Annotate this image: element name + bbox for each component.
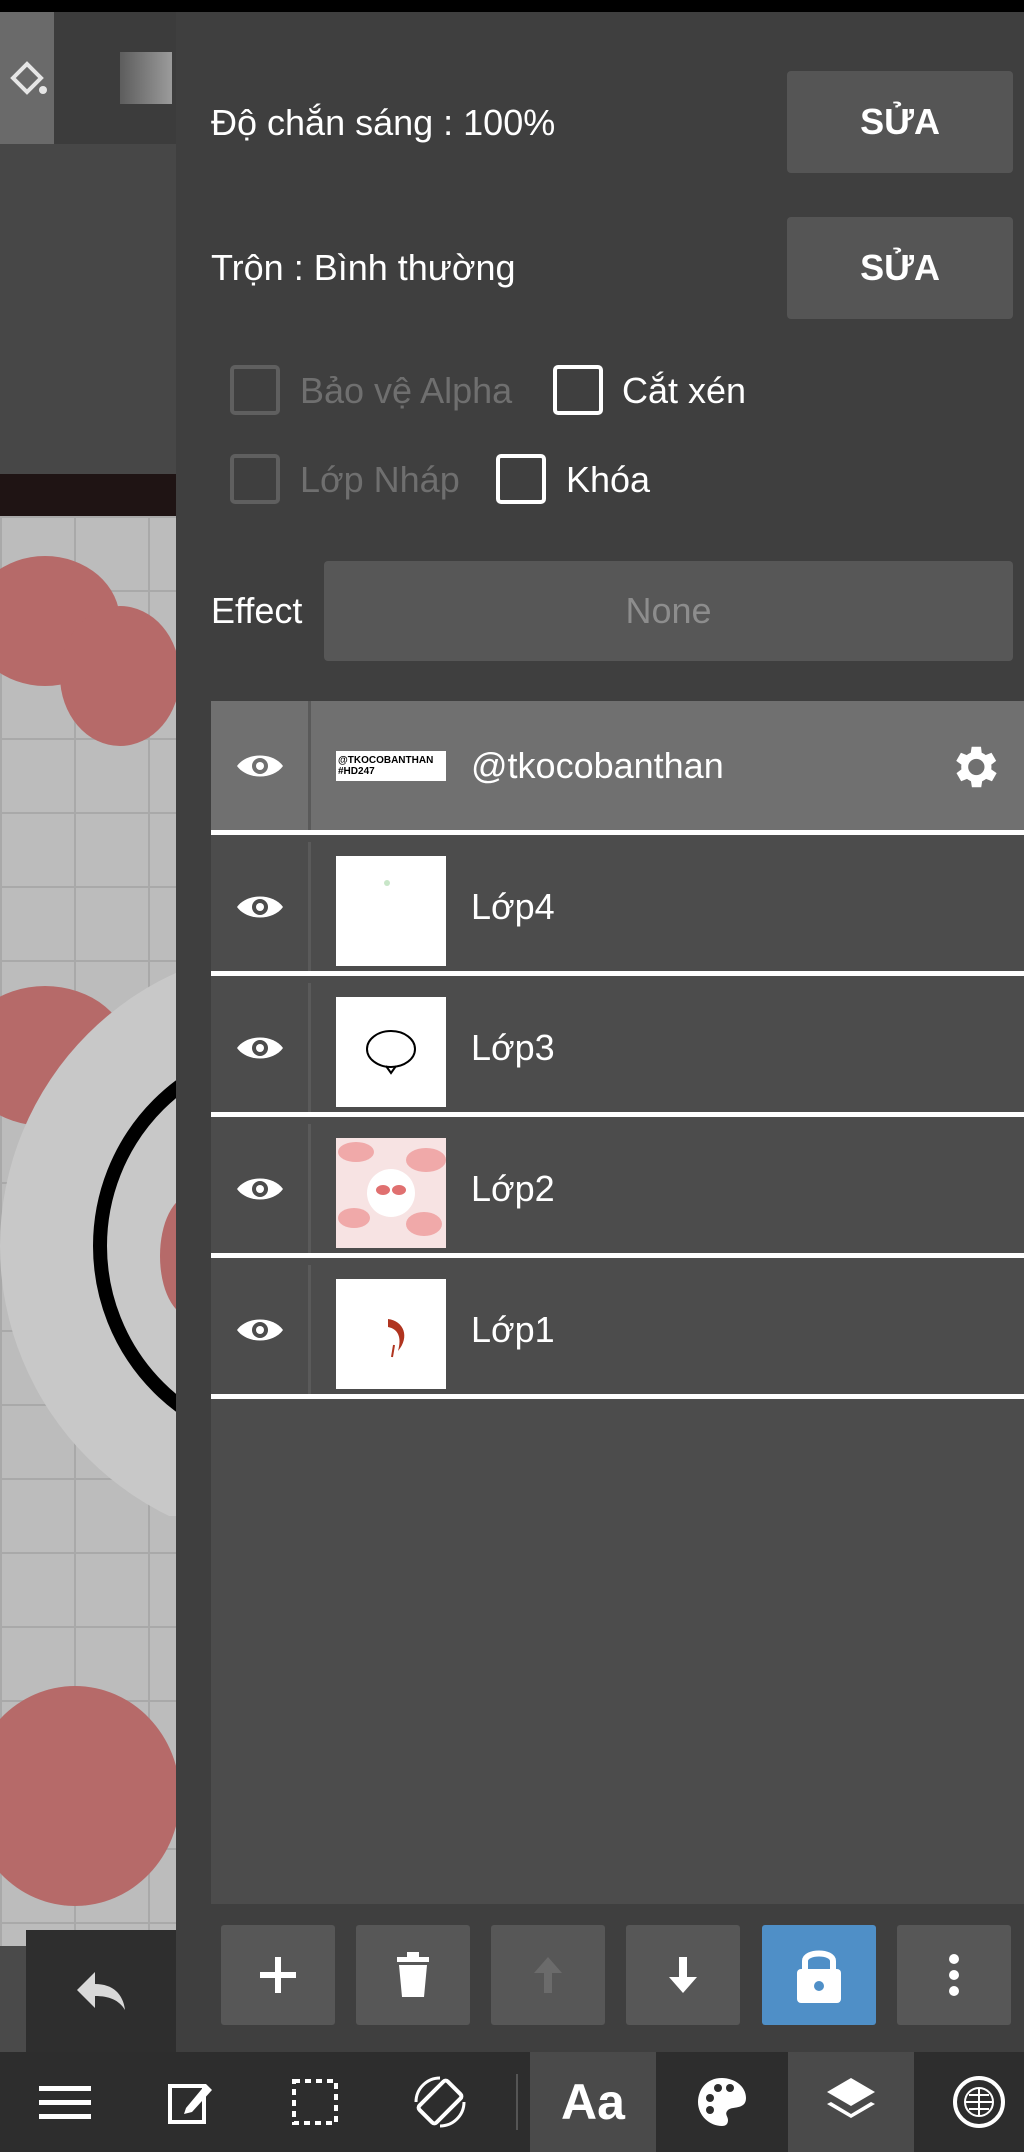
- canvas-heart: [0, 1686, 176, 1906]
- eye-icon: [236, 1037, 283, 1058]
- undo-icon: [77, 1972, 125, 2010]
- layer-name: Lớp2: [471, 1168, 555, 1209]
- selection-icon: [292, 2079, 338, 2125]
- palette-icon: [698, 2078, 746, 2126]
- protect-alpha-checkbox[interactable]: [230, 365, 280, 415]
- edit-button[interactable]: [145, 2052, 235, 2152]
- trash-icon: [397, 1952, 429, 1997]
- canvas-background: [0, 144, 176, 474]
- canvas-toolbar: [0, 12, 176, 144]
- eye-icon: [236, 896, 283, 917]
- material-icon: [953, 2076, 1005, 2128]
- text-tool-button[interactable]: Aa: [530, 2052, 656, 2152]
- opacity-label: Độ chắn sáng : 100%: [211, 102, 556, 143]
- visibility-toggle[interactable]: [211, 1124, 311, 1253]
- menu-icon: [39, 2086, 91, 2119]
- red-shape-drawing: [388, 1319, 405, 1358]
- selection-button[interactable]: [270, 2052, 360, 2152]
- visibility-toggle[interactable]: [211, 1265, 311, 1394]
- eye-icon: [236, 1319, 283, 1340]
- effect-label: Effect: [211, 590, 303, 631]
- pink-hearts-drawing: [338, 1142, 446, 1236]
- layer-row[interactable]: Lớp2: [211, 1124, 1024, 1258]
- layer-thumbnail: [336, 1138, 446, 1248]
- layer-row[interactable]: Lớp4: [211, 842, 1024, 976]
- layer-list: @TKOCOBANTHAN #HD247 @tkocobanthan Lớp4: [211, 701, 1024, 1904]
- draft-layer-label: Lớp Nháp: [300, 459, 460, 500]
- undo-button[interactable]: [26, 1930, 176, 2052]
- eye-icon: [236, 755, 283, 776]
- canvas-heart: [60, 606, 176, 746]
- layer-name: Lớp4: [471, 886, 555, 927]
- palette-button[interactable]: [677, 2052, 767, 2152]
- layer-thumbnail: [336, 856, 446, 966]
- lock-checkbox[interactable]: [496, 454, 546, 504]
- effect-select-button[interactable]: None: [324, 561, 1013, 661]
- toolbar-divider: [516, 2074, 518, 2130]
- lock-icon: [797, 1950, 841, 2003]
- layer-thumbnail: @TKOCOBANTHAN #HD247: [336, 751, 446, 781]
- edit-icon: [168, 2084, 212, 2124]
- layers-icon: [827, 2078, 875, 2118]
- visibility-toggle[interactable]: [211, 983, 311, 1112]
- clipping-checkbox[interactable]: [553, 365, 603, 415]
- bottom-toolbar: Aa: [0, 2052, 1024, 2152]
- layer-row[interactable]: Lớp1: [211, 1265, 1024, 1399]
- color-swatch[interactable]: [120, 52, 172, 104]
- arrow-up-icon: [534, 1957, 562, 1993]
- add-layer-button[interactable]: [221, 1925, 335, 2025]
- status-strip: [0, 0, 1024, 12]
- layer-properties-panel: Độ chắn sáng : 100% SỬA Trộn : Bình thườ…: [176, 12, 1024, 2052]
- move-layer-down-button[interactable]: [626, 1925, 740, 2025]
- text-tool-label: Aa: [561, 2074, 625, 2130]
- layer-thumbnail: [336, 1279, 446, 1389]
- paint-bucket-icon: [10, 61, 47, 95]
- layers-button[interactable]: [788, 2052, 914, 2152]
- eye-icon: [236, 1178, 283, 1199]
- opacity-edit-button[interactable]: SỬA: [787, 71, 1013, 173]
- more-vertical-icon: [949, 1954, 959, 1996]
- layer-thumbnail-text: @TKOCOBANTHAN #HD247: [338, 755, 434, 777]
- fill-tool-button[interactable]: [0, 12, 54, 144]
- lock-layer-button[interactable]: [762, 1925, 876, 2025]
- lock-label: Khóa: [566, 459, 651, 500]
- more-options-button[interactable]: [897, 1925, 1011, 2025]
- delete-layer-button[interactable]: [356, 1925, 470, 2025]
- canvas-area[interactable]: [0, 12, 176, 2052]
- layer-name: Lớp1: [471, 1309, 555, 1350]
- layer-name: @tkocobanthan: [471, 745, 724, 786]
- canvas-artwork[interactable]: [0, 516, 176, 1946]
- arrow-down-icon: [669, 1957, 697, 1993]
- menu-button[interactable]: [20, 2052, 110, 2152]
- visibility-toggle[interactable]: [211, 701, 311, 830]
- layer-row[interactable]: Lớp3: [211, 983, 1024, 1117]
- blend-mode-edit-button[interactable]: SỬA: [787, 217, 1013, 319]
- draft-layer-checkbox[interactable]: [230, 454, 280, 504]
- canvas-edge: [0, 474, 176, 516]
- move-layer-up-button[interactable]: [491, 1925, 605, 2025]
- speech-bubble-drawing: [366, 1030, 416, 1075]
- gear-icon: [956, 746, 997, 788]
- layer-settings-button[interactable]: [944, 737, 1004, 797]
- clipping-label: Cắt xén: [622, 370, 747, 411]
- rotate-canvas-button[interactable]: [395, 2052, 485, 2152]
- material-button[interactable]: [934, 2052, 1024, 2152]
- protect-alpha-label: Bảo vệ Alpha: [300, 370, 513, 411]
- layer-name: Lớp3: [471, 1027, 555, 1068]
- rotate-icon: [414, 2076, 466, 2128]
- canvas-character-outline: [0, 972, 176, 1516]
- blend-mode-label: Trộn : Bình thường: [211, 247, 516, 288]
- visibility-toggle[interactable]: [211, 842, 311, 971]
- plus-icon: [260, 1957, 296, 1993]
- layer-thumbnail: [336, 997, 446, 1107]
- layer-row[interactable]: @TKOCOBANTHAN #HD247 @tkocobanthan: [211, 701, 1024, 835]
